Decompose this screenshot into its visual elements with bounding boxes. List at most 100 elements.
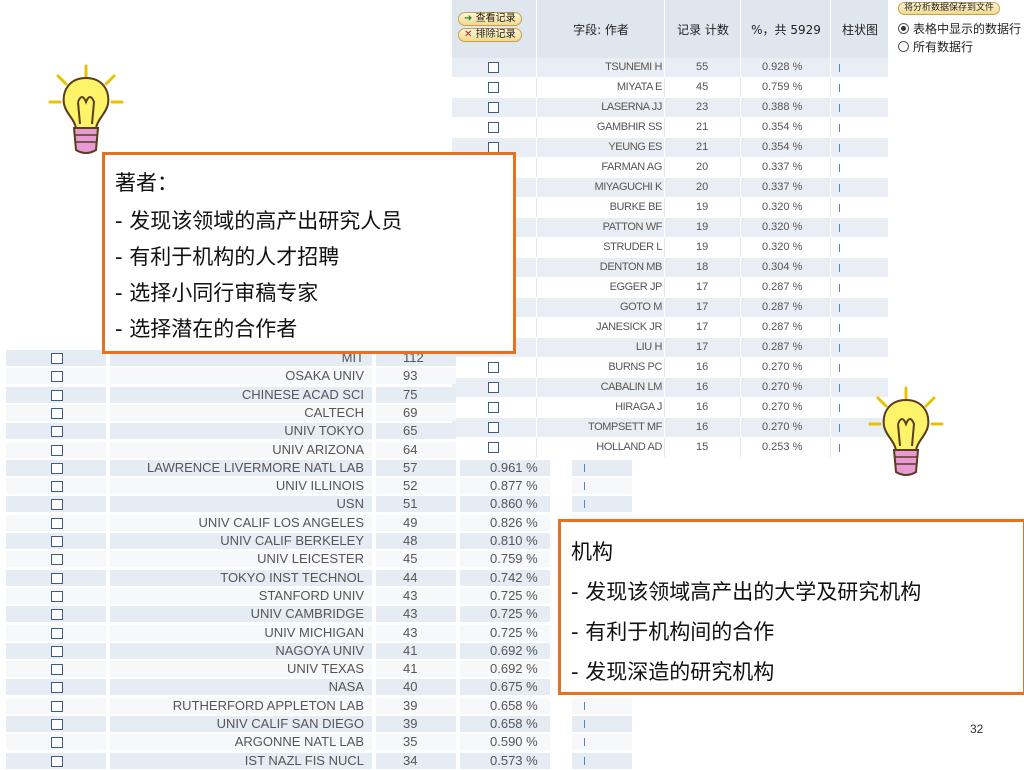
radio-icon	[898, 23, 909, 34]
record-count: 49	[403, 514, 418, 530]
row-checkbox[interactable]	[488, 62, 499, 73]
record-percent: 0.287 %	[762, 281, 803, 293]
row-checkbox[interactable]	[51, 664, 63, 676]
record-count: 16	[696, 381, 709, 393]
row-checkbox[interactable]	[488, 82, 499, 93]
row-checkbox[interactable]	[51, 609, 63, 621]
bar-mark	[839, 124, 840, 132]
institution-name: OSAKA UNIV	[285, 368, 364, 384]
bar-mark	[839, 104, 840, 112]
row-checkbox[interactable]	[51, 481, 63, 493]
institution-name: STANFORD UNIV	[258, 587, 364, 603]
row-checkbox[interactable]	[51, 444, 63, 456]
row-checkbox[interactable]	[51, 536, 63, 547]
institution-row: RUTHERFORD APPLETON LAB 39 0.658 %	[6, 697, 632, 715]
row-checkbox[interactable]	[51, 462, 63, 474]
bar-mark	[839, 384, 840, 392]
institution-row: UNIV CALIF SAN DIEGO 39 0.658 %	[6, 715, 632, 733]
institution-name: ARGONNE NATL LAB	[234, 734, 364, 750]
institution-row: UNIV ARIZONA 64	[6, 441, 632, 459]
institution-name: NAGOYA UNIV	[275, 642, 364, 658]
row-checkbox[interactable]	[488, 122, 499, 133]
record-count: 75	[403, 386, 418, 402]
row-checkbox[interactable]	[51, 682, 63, 694]
row-checkbox[interactable]	[51, 700, 63, 712]
exclude-records-button[interactable]: ✕ 排除记录	[458, 28, 522, 42]
record-percent: 0.692 %	[490, 642, 538, 658]
callout-institutions: 机构 - 发现该领域高产出的大学及研究机构 - 有利于机构间的合作 - 发现深造…	[558, 519, 1024, 695]
row-checkbox[interactable]	[51, 572, 63, 584]
institution-name: NASA	[328, 679, 364, 695]
bar-mark	[584, 720, 585, 728]
row-checkbox[interactable]	[51, 517, 63, 529]
institution-row: LAWRENCE LIVERMORE NATL LAB 57 0.961 %	[6, 459, 632, 477]
callout-authors: 著者： - 发现该领域的高产出研究人员 - 有利于机构的人才招聘 - 选择小同行…	[102, 152, 516, 354]
record-count: 45	[696, 81, 709, 93]
row-checkbox[interactable]	[51, 645, 63, 657]
row-checkbox[interactable]	[51, 426, 63, 438]
row-checkbox[interactable]	[488, 102, 499, 113]
radio-all-rows[interactable]: 所有数据行	[898, 38, 973, 55]
record-percent: 0.658 %	[490, 697, 538, 713]
bar-mark	[839, 344, 840, 352]
close-icon: ✕	[464, 29, 473, 40]
row-checkbox[interactable]	[51, 755, 63, 767]
row-checkbox[interactable]	[51, 554, 63, 566]
author-name: YEUNG ES	[608, 141, 662, 153]
row-checkbox[interactable]	[51, 371, 63, 383]
author-row: DENTON MB 18 0.304 %	[452, 258, 888, 277]
row-checkbox[interactable]	[51, 627, 63, 639]
row-checkbox[interactable]	[51, 719, 63, 730]
institution-row: IST NAZL FIS NUCL 34 0.573 %	[6, 752, 632, 770]
arrow-right-icon: ➜	[464, 13, 473, 24]
record-percent: 0.759 %	[490, 551, 538, 567]
institution-row: UNIV ILLINOIS 52 0.877 %	[6, 477, 632, 495]
bar-mark	[839, 164, 840, 172]
record-count: 69	[403, 404, 418, 420]
author-name: TSUNEMI H	[605, 61, 662, 73]
bar-mark	[839, 364, 840, 372]
institution-row: ARGONNE NATL LAB 35 0.590 %	[6, 733, 632, 751]
row-checkbox[interactable]	[51, 353, 63, 364]
institution-row: UNIV TEXAS 41 0.692 %	[6, 660, 632, 678]
row-checkbox[interactable]	[51, 499, 63, 511]
radio-displayed-rows[interactable]: 表格中显示的数据行	[898, 20, 1021, 37]
record-percent: 0.304 %	[762, 261, 803, 273]
row-checkbox[interactable]	[51, 590, 63, 602]
bar-mark	[839, 64, 840, 72]
record-count: 52	[403, 478, 418, 494]
row-checkbox[interactable]	[51, 389, 63, 401]
record-percent: 0.320 %	[762, 201, 803, 213]
record-percent: 0.961 %	[490, 459, 538, 475]
institution-row: UNIV TOKYO 65	[6, 422, 632, 440]
record-count: 17	[696, 301, 709, 313]
record-count: 43	[403, 624, 418, 640]
record-percent: 0.877 %	[490, 478, 538, 494]
institution-name: UNIV CALIF BERKELEY	[220, 533, 364, 548]
callout-authors-line: - 发现该领域的高产出研究人员	[115, 209, 403, 233]
author-name: MIYAGUCHI K	[594, 181, 662, 193]
record-percent: 0.287 %	[762, 321, 803, 333]
callout-institutions-line: - 发现该领域高产出的大学及研究机构	[571, 580, 922, 604]
author-row: TSUNEMI H 55 0.928 %	[452, 58, 888, 77]
callout-authors-line: - 选择小同行审稿专家	[115, 281, 319, 305]
author-name: MIYATA E	[616, 81, 662, 93]
bar-mark	[584, 482, 585, 491]
record-count: 21	[696, 141, 709, 153]
author-row: STRUDER L 19 0.320 %	[452, 238, 888, 257]
view-records-label: 查看记录	[475, 13, 516, 24]
save-to-file-button[interactable]: 将分析数据保存到文件	[898, 2, 1001, 15]
record-count: 17	[696, 281, 709, 293]
callout-authors-line: - 选择潜在的合作者	[115, 317, 298, 341]
view-records-button[interactable]: ➜ 查看记录	[458, 12, 522, 26]
record-percent: 0.253 %	[762, 441, 803, 453]
row-checkbox[interactable]	[51, 737, 63, 749]
institution-row: OSAKA UNIV 93	[6, 367, 632, 385]
record-percent: 0.725 %	[490, 624, 538, 640]
author-row: GOTO M 17 0.287 %	[452, 298, 888, 317]
record-count: 20	[696, 161, 709, 173]
institution-row: NAGOYA UNIV 41 0.692 %	[6, 642, 632, 660]
exclude-records-label: 排除记录	[475, 29, 516, 40]
institution-row: UNIV LEICESTER 45 0.759 %	[6, 550, 632, 568]
row-checkbox[interactable]	[51, 407, 63, 419]
